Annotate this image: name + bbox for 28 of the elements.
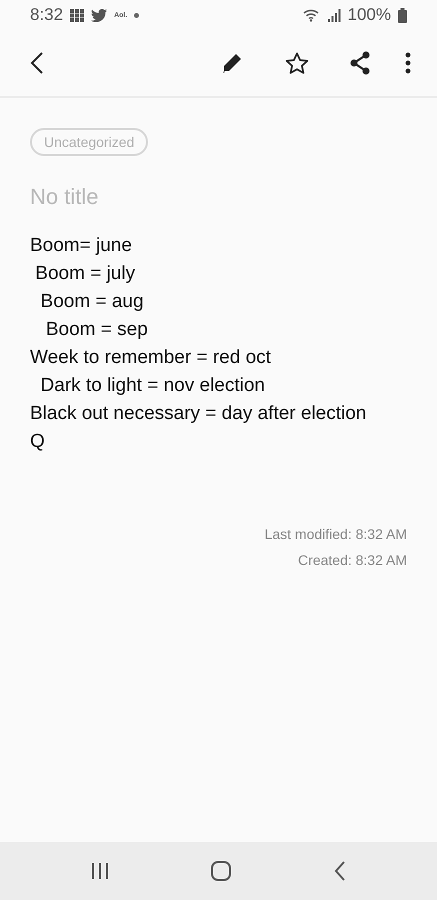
status-time: 8:32 bbox=[30, 5, 64, 25]
pencil-icon[interactable] bbox=[221, 52, 243, 74]
title-field[interactable]: No title bbox=[30, 184, 407, 210]
category-chip[interactable]: Uncategorized bbox=[30, 128, 148, 156]
recent-apps-icon[interactable] bbox=[91, 863, 110, 879]
star-icon[interactable] bbox=[285, 52, 309, 74]
bird-icon bbox=[91, 8, 108, 22]
battery-icon bbox=[398, 8, 407, 22]
note-line: Week to remember = red oct bbox=[30, 346, 272, 370]
signal-icon bbox=[328, 8, 341, 22]
dot-icon bbox=[134, 12, 140, 18]
battery-percentage: 100% bbox=[348, 5, 391, 25]
share-icon[interactable] bbox=[349, 51, 371, 75]
more-options-icon[interactable] bbox=[405, 52, 411, 74]
back-icon[interactable] bbox=[334, 861, 346, 881]
note-line: Q bbox=[30, 430, 46, 454]
home-icon[interactable] bbox=[211, 861, 232, 881]
note-line: Boom = aug bbox=[40, 290, 145, 314]
note-line: Boom = july bbox=[34, 262, 136, 286]
note-line: Dark to light = nov election bbox=[40, 374, 266, 398]
note-line: Black out necessary = day after election bbox=[30, 402, 368, 426]
note-line: Boom= june bbox=[30, 234, 133, 258]
back-icon[interactable] bbox=[30, 52, 44, 74]
last-modified-text: Last modified: 8:32 AM bbox=[264, 526, 407, 542]
note-line: Boom = sep bbox=[44, 318, 149, 342]
grid-icon bbox=[70, 8, 84, 22]
wifi-icon bbox=[302, 8, 321, 22]
created-text: Created: 8:32 AM bbox=[298, 552, 407, 568]
